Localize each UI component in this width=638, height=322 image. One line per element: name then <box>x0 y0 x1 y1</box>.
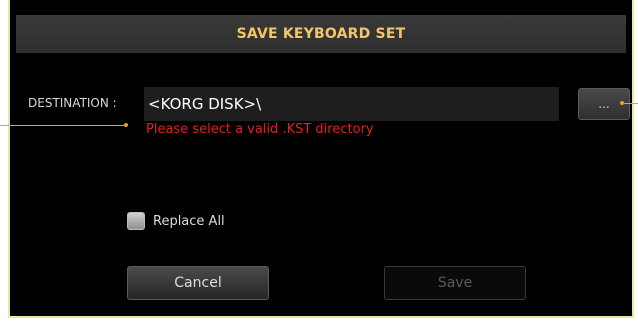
save-keyboard-set-dialog: SAVE KEYBOARD SET DESTINATION : <KORG DI… <box>8 0 634 318</box>
callout-line-browse <box>622 103 638 104</box>
callout-dot-browse <box>620 101 624 105</box>
destination-path-field[interactable]: <KORG DISK>\ <box>144 87 559 121</box>
cancel-button[interactable]: Cancel <box>127 266 269 300</box>
replace-all-option[interactable]: Replace All <box>127 212 225 230</box>
replace-all-label: Replace All <box>153 213 225 229</box>
screenshot-frame: SAVE KEYBOARD SET DESTINATION : <KORG DI… <box>0 0 638 322</box>
callout-dot-error <box>124 123 128 127</box>
replace-all-checkbox[interactable] <box>127 212 145 230</box>
destination-label: DESTINATION : <box>28 96 117 110</box>
callout-line-error <box>0 125 126 126</box>
save-button[interactable]: Save <box>384 266 526 300</box>
destination-error-message: Please select a valid .KST directory <box>146 122 374 137</box>
dialog-title: SAVE KEYBOARD SET <box>16 15 626 53</box>
